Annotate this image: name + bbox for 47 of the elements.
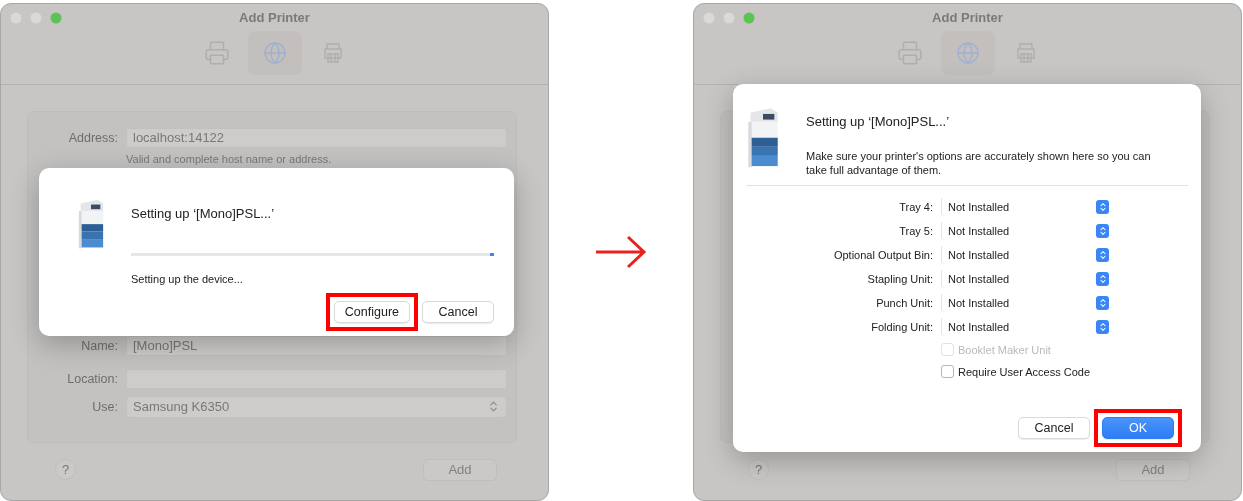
sheet-message: Make sure your printer's options are accurately shown here so you can take full advantage of them. [806,148,1152,177]
option-select[interactable]: Not Installed [941,293,1109,312]
printer-icon [203,39,230,66]
stepper-icon [1096,247,1109,262]
checkbox[interactable] [941,365,954,378]
checkbox-label: Booklet Maker Unit [958,343,1051,356]
field-label: Name: [80,338,118,353]
stepper-icon [1096,199,1109,214]
dialog-button[interactable]: Cancel [422,300,494,323]
option-select[interactable]: Not Installed [941,221,1109,240]
globe-icon [955,40,980,65]
globe-icon [262,40,287,65]
dialog-button[interactable]: Configure [333,300,410,323]
toolbar-tab[interactable] [247,30,302,75]
field-label: Location: [66,371,118,386]
field-label: Use: [91,399,118,414]
option-label: Tray 4: [898,200,933,213]
option-select[interactable]: Not Installed [941,245,1109,264]
dialog-button[interactable]: Cancel [1018,416,1090,439]
sheet-title: Setting up ‘[Mono]PSL...’ [806,113,951,129]
copier-icon [77,197,105,251]
option-select[interactable]: Not Installed [941,317,1109,336]
field-label: Address: [67,130,118,145]
toolbar-tab[interactable] [940,30,995,75]
printer-icon [896,39,923,66]
checkbox-option[interactable]: Require User Access Code [941,360,1188,383]
checkbox-label: Require User Access Code [958,365,1091,378]
stepper-icon [1096,223,1109,238]
option-select[interactable]: Not Installed [941,269,1109,288]
option-label: Folding Unit: [870,320,933,333]
stepper-icon [1096,295,1109,310]
window-controls-drawing[interactable] [10,11,62,24]
sheet-title: Setting up ‘[Mono]PSL...’ [131,205,276,221]
status-text: Setting up the device... [131,272,244,285]
window-title: Add Printer [932,9,1003,25]
arrow-icon [594,234,648,269]
stepper-icon [1096,271,1109,286]
window-controls-drawing[interactable] [703,11,755,24]
option-label: Stapling Unit: [866,272,933,285]
option-select[interactable]: Not Installed [941,197,1109,216]
stepper-icon [1096,319,1109,334]
window-title: Add Printer [239,9,310,25]
chevron-icon [487,400,500,413]
option-label: Optional Output Bin: [832,248,933,261]
option-label: Tray 5: [898,224,933,237]
hint-text: Valid and complete host name or address. [126,152,333,165]
option-label: Punch Unit: [875,296,933,309]
